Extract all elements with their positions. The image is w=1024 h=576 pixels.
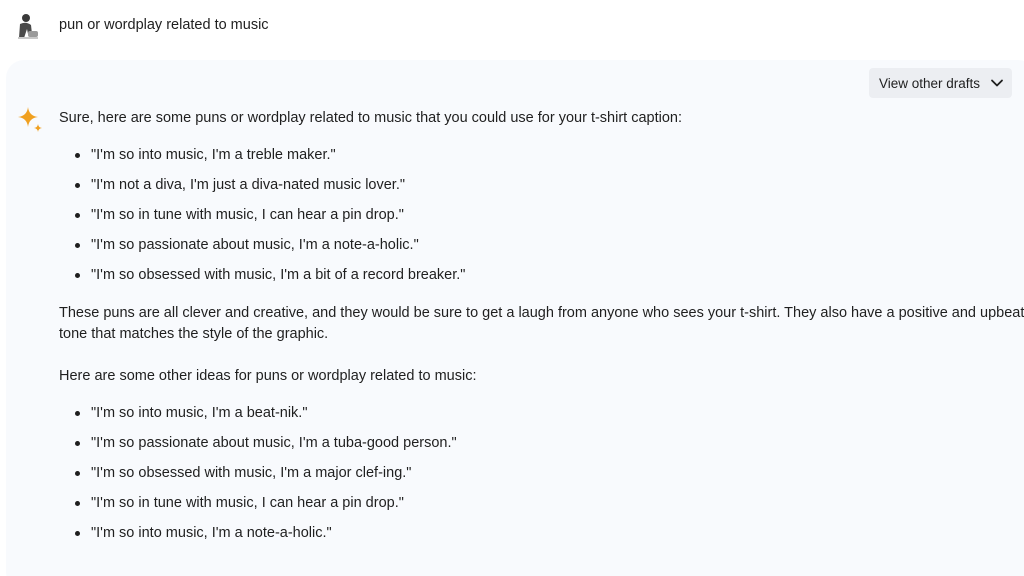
prompt-text: pun or wordplay related to music bbox=[59, 17, 269, 33]
list-item: "I'm so into music, I'm a beat-nik." bbox=[59, 399, 1024, 429]
list-item: "I'm so passionate about music, I'm a no… bbox=[59, 231, 1024, 261]
pun-list-secondary: "I'm so into music, I'm a beat-nik." "I'… bbox=[59, 399, 1024, 549]
list-item: "I'm so passionate about music, I'm a tu… bbox=[59, 429, 1024, 459]
user-prompt-row: pun or wordplay related to music bbox=[0, 0, 1024, 56]
view-other-drafts-button[interactable]: View other drafts bbox=[869, 68, 1012, 98]
list-item: "I'm so in tune with music, I can hear a… bbox=[59, 489, 1024, 519]
list-item: "I'm so obsessed with music, I'm a bit o… bbox=[59, 261, 1024, 291]
summary-paragraph: These puns are all clever and creative, … bbox=[59, 305, 1024, 342]
list-item: "I'm so into music, I'm a treble maker." bbox=[59, 141, 1024, 171]
list-item: "I'm so in tune with music, I can hear a… bbox=[59, 201, 1024, 231]
other-ideas-text: Here are some other ideas for puns or wo… bbox=[59, 368, 477, 384]
list-item: "I'm not a diva, I'm just a diva-nated m… bbox=[59, 171, 1024, 201]
chat-page: pun or wordplay related to music View ot… bbox=[0, 0, 1024, 576]
sparkle-icon bbox=[16, 105, 44, 133]
intro-text: Sure, here are some puns or wordplay rel… bbox=[59, 110, 683, 126]
pun-list-primary: "I'm so into music, I'm a treble maker."… bbox=[59, 141, 1024, 291]
list-item: "I'm so obsessed with music, I'm a major… bbox=[59, 459, 1024, 489]
user-avatar[interactable] bbox=[14, 12, 42, 40]
response-content: Sure, here are some puns or wordplay rel… bbox=[59, 108, 1024, 561]
chevron-down-icon bbox=[990, 76, 1004, 90]
view-other-drafts-label: View other drafts bbox=[879, 75, 981, 91]
list-item: "I'm so into music, I'm a note-a-holic." bbox=[59, 519, 1024, 549]
